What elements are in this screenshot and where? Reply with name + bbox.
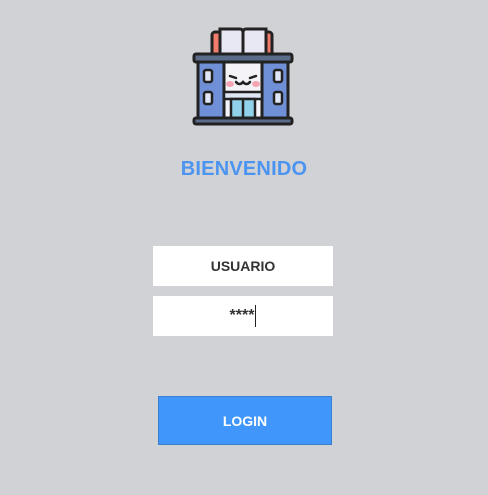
text-caret	[255, 305, 257, 327]
login-button[interactable]: LOGIN	[158, 396, 332, 445]
password-input[interactable]: ****	[153, 296, 333, 336]
password-value: ****	[229, 307, 255, 324]
welcome-title: BIENVENIDO	[180, 158, 308, 180]
login-button-label: LOGIN	[222, 412, 268, 429]
username-value: USUARIO	[210, 258, 276, 274]
username-input[interactable]: USUARIO	[153, 246, 333, 286]
school-building-book-icon	[190, 24, 296, 128]
